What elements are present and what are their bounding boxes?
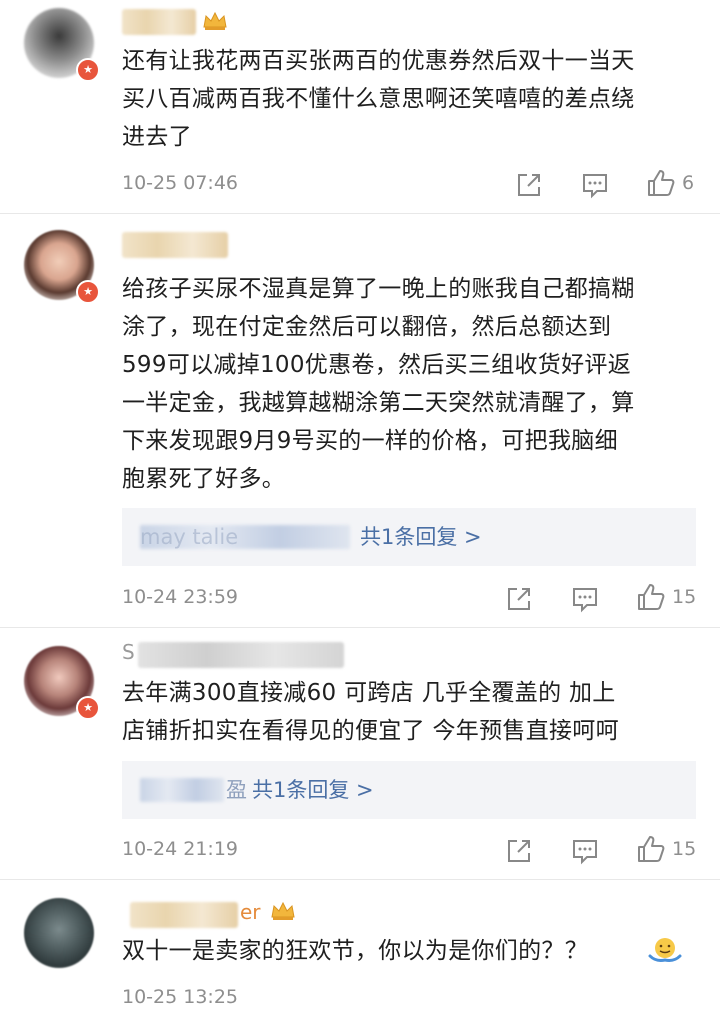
share-icon[interactable] — [504, 836, 534, 866]
comment-icon[interactable] — [570, 836, 600, 866]
reply-count-link[interactable]: 共1条回复 > — [360, 508, 482, 566]
comment-time: 10-25 13:25 — [122, 986, 239, 1008]
like-count: 6 — [682, 172, 695, 194]
thumbs-up-icon[interactable] — [636, 834, 666, 864]
reply-preview[interactable]: 盈 共1条回复 > — [122, 761, 696, 819]
comment-time: 10-24 21:19 — [122, 838, 239, 860]
comment-time: 10-25 07:46 — [122, 172, 239, 194]
reply-username: 盈 — [226, 778, 247, 802]
username-blurred[interactable] — [138, 642, 344, 668]
username[interactable]: S — [122, 640, 135, 664]
comment-text: 给孩子买尿不湿真是算了一晚上的账我自己都搞糊 涂了，现在付定金然后可以翻倍，然后… — [122, 276, 635, 492]
username-blurred[interactable] — [130, 902, 238, 928]
username-blurred[interactable] — [122, 232, 228, 258]
shrug-emoji-icon — [648, 938, 682, 962]
reply-preview[interactable]: may talie 共1条回复 > — [122, 508, 696, 566]
thumbs-up-icon[interactable] — [636, 582, 666, 612]
crown-icon — [203, 11, 227, 30]
comment-text: 双十一是卖家的狂欢节，你以为是你们的？？ — [122, 938, 588, 964]
like-count: 15 — [672, 838, 697, 860]
comment-text: 去年满300直接减60 可跨店 几乎全覆盖的 加上 店铺折扣实在看得见的便宜了 … — [122, 680, 619, 744]
reply-username: may talie — [140, 525, 239, 549]
thumbs-up-icon[interactable] — [646, 168, 676, 198]
v-badge-icon: ★ — [76, 58, 100, 82]
share-icon[interactable] — [514, 170, 544, 200]
comment-item: ★ S 去年满300直接减60 可跨店 几乎全覆盖的 加上 店铺折扣实在看得见的… — [0, 628, 720, 878]
share-icon[interactable] — [504, 584, 534, 614]
reply-username-blurred — [140, 778, 224, 802]
comment-text: 还有让我花两百买张两百的优惠券然后双十一当天 买八百减两百我不懂什么意思啊还笑嘻… — [122, 48, 635, 150]
like-count: 15 — [672, 586, 697, 608]
v-badge-icon: ★ — [76, 280, 100, 304]
avatar[interactable] — [24, 898, 94, 968]
comment-time: 10-24 23:59 — [122, 586, 239, 608]
comment-item: ★ 给孩子买尿不湿真是算了一晚上的账我自己都搞糊 涂了，现在付定金然后可以翻倍，… — [0, 214, 720, 626]
crown-icon — [271, 901, 295, 920]
reply-count-link[interactable]: 共1条回复 > — [252, 761, 374, 819]
v-badge-icon: ★ — [76, 696, 100, 720]
comment-icon[interactable] — [580, 170, 610, 200]
comment-item: ★ 还有让我花两百买张两百的优惠券然后双十一当天 买八百减两百我不懂什么意思啊还… — [0, 0, 720, 212]
username[interactable]: er — [240, 900, 261, 924]
username-blurred[interactable] — [122, 9, 196, 35]
comment-icon[interactable] — [570, 584, 600, 614]
comment-item: er 双十一是卖家的狂欢节，你以为是你们的？？ 10-25 13:25 — [0, 880, 720, 1018]
